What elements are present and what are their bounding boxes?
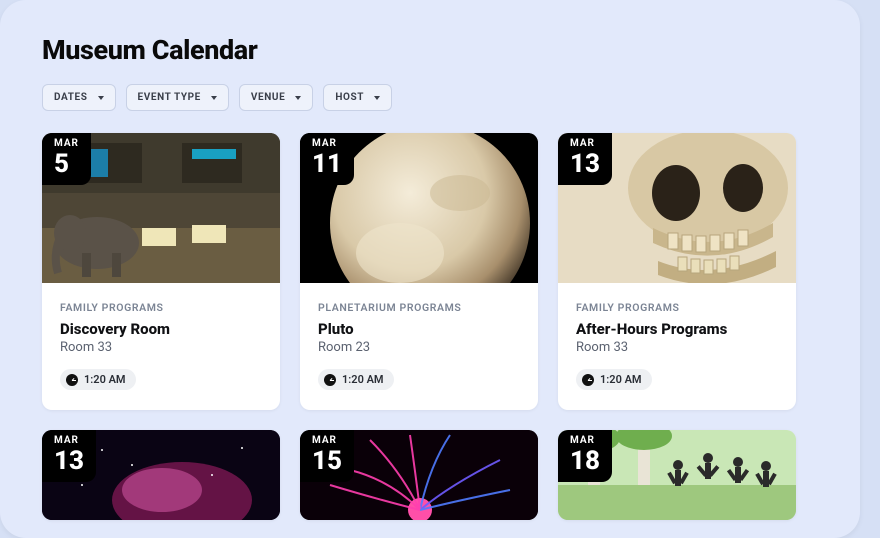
date-day: 15: [312, 448, 342, 474]
chevron-down-icon: [374, 96, 380, 100]
event-room: Room 33: [576, 340, 778, 355]
filter-bar: DATES EVENT TYPE VENUE HOST: [42, 84, 818, 111]
date-badge: MAR 15: [300, 430, 354, 482]
event-time-chip: 1:20 AM: [60, 369, 136, 390]
filter-dates[interactable]: DATES: [42, 84, 116, 111]
filter-label: DATES: [54, 92, 88, 103]
date-badge: MAR 18: [558, 430, 612, 482]
date-day: 18: [570, 448, 600, 474]
events-grid: MAR 5 FAMILY PROGRAMS Discovery Room Roo…: [42, 133, 818, 410]
date-month: MAR: [312, 436, 342, 446]
event-image: MAR 13: [42, 430, 280, 520]
event-card[interactable]: MAR 11 PLANETARIUM PROGRAMS Pluto Room 2…: [300, 133, 538, 410]
event-image: MAR 5: [42, 133, 280, 283]
event-time: 1:20 AM: [342, 373, 384, 386]
event-category: PLANETARIUM PROGRAMS: [318, 301, 520, 314]
event-time-chip: 1:20 AM: [576, 369, 652, 390]
clock-icon: [324, 374, 336, 386]
event-image: MAR 11: [300, 133, 538, 283]
event-title: Pluto: [318, 320, 520, 338]
date-badge: MAR 13: [558, 133, 612, 185]
chevron-down-icon: [98, 96, 104, 100]
clock-icon: [582, 374, 594, 386]
event-time: 1:20 AM: [84, 373, 126, 386]
date-month: MAR: [54, 436, 84, 446]
event-body: FAMILY PROGRAMS After-Hours Programs Roo…: [558, 283, 796, 410]
date-day: 5: [54, 151, 79, 177]
clock-icon: [66, 374, 78, 386]
date-badge: MAR 13: [42, 430, 96, 482]
date-badge: MAR 5: [42, 133, 91, 185]
event-card[interactable]: MAR 15: [300, 430, 538, 520]
page-title: Museum Calendar: [42, 34, 818, 66]
event-category: FAMILY PROGRAMS: [60, 301, 262, 314]
date-month: MAR: [570, 139, 600, 149]
event-body: FAMILY PROGRAMS Discovery Room Room 33 1…: [42, 283, 280, 410]
date-month: MAR: [312, 139, 342, 149]
event-title: Discovery Room: [60, 320, 262, 338]
date-day: 13: [54, 448, 84, 474]
date-day: 11: [312, 151, 342, 177]
date-day: 13: [570, 151, 600, 177]
event-image: MAR 18: [558, 430, 796, 520]
date-month: MAR: [570, 436, 600, 446]
date-badge: MAR 11: [300, 133, 354, 185]
filter-label: VENUE: [251, 92, 285, 103]
date-month: MAR: [54, 139, 79, 149]
filter-label: EVENT TYPE: [138, 92, 201, 103]
event-room: Room 23: [318, 340, 520, 355]
event-time: 1:20 AM: [600, 373, 642, 386]
event-card[interactable]: MAR 13: [42, 430, 280, 520]
events-grid-row2: MAR 13: [42, 430, 818, 520]
event-title: After-Hours Programs: [576, 320, 778, 338]
chevron-down-icon: [211, 96, 217, 100]
app-window: Museum Calendar DATES EVENT TYPE VENUE H…: [0, 0, 860, 538]
event-image: MAR 13: [558, 133, 796, 283]
chevron-down-icon: [295, 96, 301, 100]
filter-event-type[interactable]: EVENT TYPE: [126, 84, 229, 111]
event-time-chip: 1:20 AM: [318, 369, 394, 390]
event-card[interactable]: MAR 5 FAMILY PROGRAMS Discovery Room Roo…: [42, 133, 280, 410]
filter-label: HOST: [335, 92, 364, 103]
event-card[interactable]: MAR 13 FAMILY PROGRAMS After-Hours Progr…: [558, 133, 796, 410]
event-room: Room 33: [60, 340, 262, 355]
event-category: FAMILY PROGRAMS: [576, 301, 778, 314]
filter-host[interactable]: HOST: [323, 84, 392, 111]
event-card[interactable]: MAR 18: [558, 430, 796, 520]
event-body: PLANETARIUM PROGRAMS Pluto Room 23 1:20 …: [300, 283, 538, 410]
event-image: MAR 15: [300, 430, 538, 520]
filter-venue[interactable]: VENUE: [239, 84, 313, 111]
